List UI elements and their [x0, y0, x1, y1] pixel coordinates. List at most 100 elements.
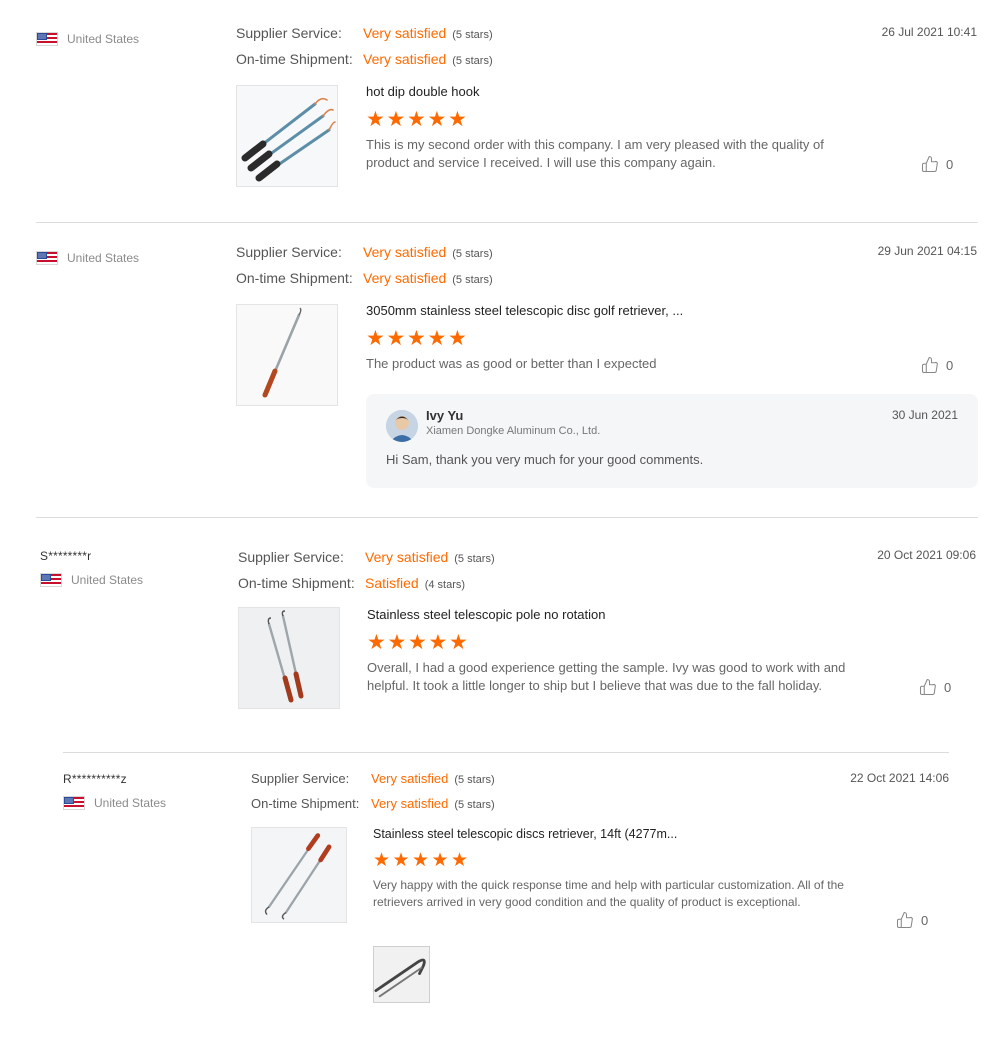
ratings: Supplier Service: Very satisfied (5 star…: [236, 240, 493, 292]
rating-on-time-shipment: On-time Shipment: Very satisfied (5 star…: [251, 792, 495, 817]
buyer-country-row: United States: [36, 32, 139, 46]
rating-supplier-service: Supplier Service: Very satisfied (5 star…: [251, 767, 495, 792]
rating-supplier-service: Supplier Service: Very satisfied (5 star…: [238, 545, 495, 571]
star-rating: ★ ★ ★ ★ ★: [366, 328, 468, 349]
rating-label: Supplier Service:: [236, 25, 342, 41]
buyer-country-row: United States: [40, 573, 143, 587]
buyer-country: United States: [67, 32, 140, 46]
rating-label: On-time Shipment:: [251, 796, 360, 811]
rating-label: On-time Shipment:: [236, 51, 353, 67]
buyer-info: R**********z United States: [63, 772, 166, 810]
star-icon: ★: [366, 327, 385, 350]
rating-label: Supplier Service:: [236, 244, 342, 260]
star-icon: ★: [366, 108, 385, 131]
like-count: 0: [946, 156, 954, 172]
review-comment: Overall, I had a good experience getting…: [367, 660, 846, 693]
star-icon: ★: [428, 631, 448, 654]
buyer-info: S********r United States: [40, 549, 143, 587]
star-icon: ★: [448, 327, 467, 350]
product-title-link[interactable]: Stainless steel telescopic pole no rotat…: [367, 607, 605, 622]
rating-value: Very satisfied: [371, 796, 449, 811]
product-thumbnail[interactable]: [251, 827, 347, 923]
star-icon: ★: [367, 631, 386, 654]
review-date: 22 Oct 2021 14:06: [850, 771, 949, 785]
review-comment: Very happy with the quick response time …: [373, 878, 844, 909]
rating-stars-count: (4 stars): [424, 579, 466, 591]
avatar: [386, 410, 418, 442]
star-icon: ★: [392, 850, 410, 871]
star-icon: ★: [407, 327, 426, 350]
star-icon: ★: [431, 850, 449, 871]
buyer-country: United States: [67, 251, 140, 265]
rating-on-time-shipment: On-time Shipment: Very satisfied (5 star…: [236, 266, 493, 292]
rating-stars-count: (5 stars): [452, 274, 493, 286]
buyer-country: United States: [71, 573, 144, 587]
star-icon: ★: [408, 631, 427, 654]
like-button[interactable]: 0: [896, 911, 928, 929]
us-flag-icon: [63, 796, 85, 810]
thumbs-up-icon: [896, 911, 913, 929]
ratings: Supplier Service: Very satisfied (5 star…: [238, 545, 495, 597]
star-icon: ★: [427, 327, 447, 350]
supplier-reply: Ivy Yu Xiamen Dongke Aluminum Co., Ltd. …: [366, 394, 978, 488]
review-attachment-image[interactable]: [373, 946, 430, 1003]
rating-stars-count: (5 stars): [452, 248, 493, 260]
reply-date: 30 Jun 2021: [891, 408, 958, 422]
like-count: 0: [921, 912, 929, 928]
product-title-link[interactable]: 3050mm stainless steel telescopic disc g…: [366, 303, 683, 318]
star-icon: ★: [373, 850, 391, 871]
rating-stars-count: (5 stars): [452, 55, 493, 67]
review-divider: [36, 517, 978, 518]
star-icon: ★: [407, 108, 426, 131]
like-button[interactable]: 0: [921, 155, 953, 173]
star-icon: ★: [386, 327, 406, 350]
rating-stars-count: (5 stars): [452, 29, 493, 41]
product-thumbnail[interactable]: [236, 85, 338, 187]
rating-value: Very satisfied: [371, 771, 449, 786]
review-comment: This is my second order with this compan…: [366, 137, 824, 170]
buyer-info: United States: [36, 32, 139, 46]
like-button[interactable]: 0: [921, 356, 953, 374]
star-icon: ★: [386, 108, 406, 131]
like-count: 0: [944, 679, 952, 695]
buyer-name: R**********z: [63, 772, 127, 786]
reply-text: Hi Sam, thank you very much for your goo…: [386, 452, 704, 467]
review-divider: [36, 222, 978, 223]
rating-supplier-service: Supplier Service: Very satisfied (5 star…: [236, 240, 493, 266]
rating-supplier-service: Supplier Service: Very satisfied (5 star…: [236, 21, 493, 47]
buyer-info: United States: [36, 251, 139, 265]
us-flag-icon: [40, 573, 62, 587]
star-icon: ★: [451, 850, 469, 871]
rating-label: On-time Shipment:: [236, 270, 353, 286]
rating-value: Very satisfied: [363, 25, 447, 41]
rating-label: Supplier Service:: [238, 549, 344, 565]
product-title-link[interactable]: Stainless steel telescopic discs retriev…: [373, 827, 677, 841]
rating-value: Very satisfied: [365, 549, 449, 565]
buyer-country: United States: [94, 796, 167, 810]
product-thumbnail[interactable]: [238, 607, 340, 709]
thumbs-up-icon: [921, 155, 938, 173]
star-icon: ★: [427, 108, 447, 131]
rating-on-time-shipment: On-time Shipment: Satisfied (4 stars): [238, 571, 495, 597]
review-date: 26 Jul 2021 10:41: [881, 25, 977, 39]
rating-label: On-time Shipment:: [238, 575, 355, 591]
ratings: Supplier Service: Very satisfied (5 star…: [251, 767, 495, 817]
product-thumbnail[interactable]: [236, 304, 338, 406]
thumbs-up-icon: [919, 678, 936, 696]
like-count: 0: [946, 357, 954, 373]
review-date: 29 Jun 2021 04:15: [877, 244, 977, 258]
star-rating: ★ ★ ★ ★ ★: [366, 109, 468, 130]
rating-value: Very satisfied: [363, 244, 447, 260]
buyer-country-row: United States: [63, 796, 166, 810]
product-image: [239, 608, 339, 708]
rating-stars-count: (5 stars): [454, 774, 495, 786]
rating-stars-count: (5 stars): [454, 799, 495, 811]
buyer-name: S********r: [40, 549, 92, 563]
review-divider: [63, 752, 949, 753]
star-icon: ★: [387, 631, 407, 654]
product-title-link[interactable]: hot dip double hook: [366, 84, 479, 99]
product-image: [237, 86, 337, 186]
rating-value: Very satisfied: [363, 270, 447, 286]
star-rating: ★ ★ ★ ★ ★: [367, 632, 469, 653]
like-button[interactable]: 0: [919, 678, 951, 696]
